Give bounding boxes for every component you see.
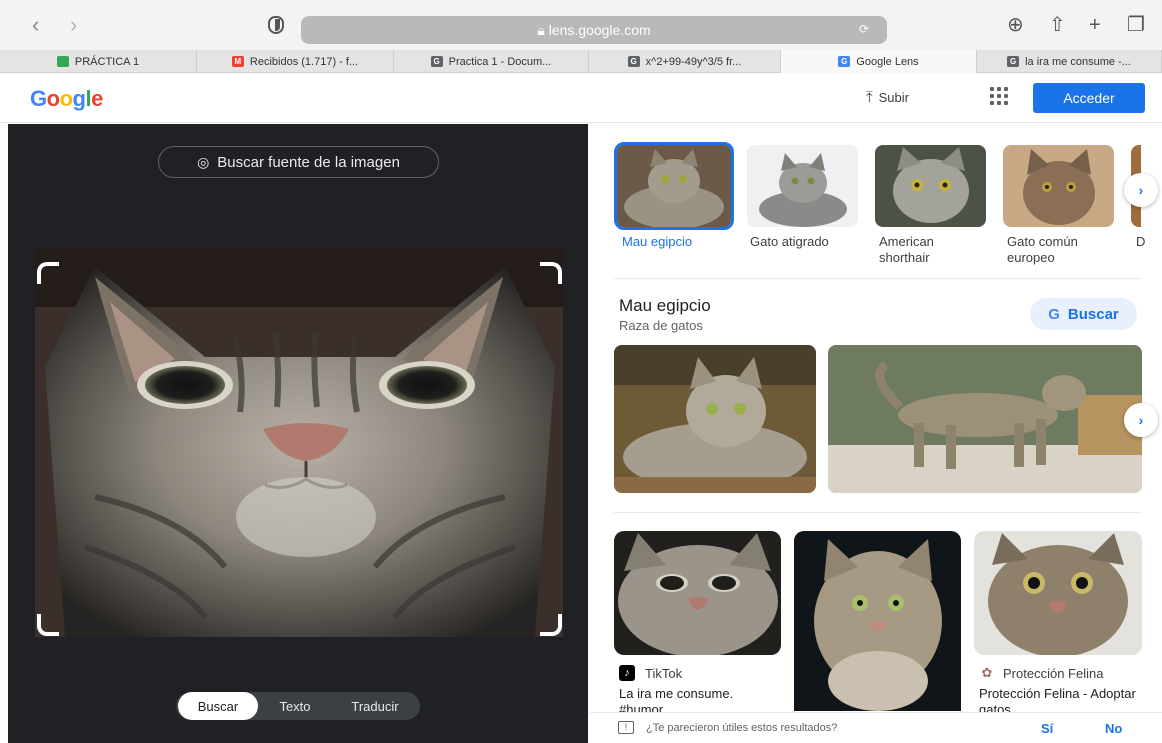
address-text: lens.google.com xyxy=(548,22,651,38)
entity-image-1[interactable] xyxy=(614,345,816,493)
sheets-favicon-icon xyxy=(56,56,69,67)
tab-practica-1[interactable]: PRÁCTICA 1 xyxy=(0,50,197,73)
chip-label-mau-egipcio[interactable]: Mau egipcio xyxy=(622,234,732,250)
mode-buscar-tab[interactable]: Buscar xyxy=(178,692,258,720)
lens-favicon-icon: G xyxy=(838,56,851,67)
address-bar[interactable]: 🔒︎ lens.google.com ⟳ xyxy=(301,16,887,44)
google-logo[interactable]: Google xyxy=(30,86,103,112)
share-icon[interactable]: ⇧ xyxy=(1049,14,1066,36)
find-image-source-button[interactable]: ◎ Buscar fuente de la imagen xyxy=(158,146,439,178)
chip-label-gato-atigrado[interactable]: Gato atigrado xyxy=(750,234,860,250)
cat-photo xyxy=(974,531,1142,655)
crop-handle-top-right[interactable] xyxy=(540,262,562,284)
selected-image[interactable] xyxy=(35,247,563,637)
result-card-2-image[interactable] xyxy=(794,531,961,711)
signin-button[interactable]: Acceder xyxy=(1033,83,1145,113)
tab-strip: PRÁCTICA 1 M Recibidos (1.717) - f... G Pr… xyxy=(0,50,1162,73)
cat-photo xyxy=(1003,145,1114,227)
tab-search-equation[interactable]: Gx^2+99-49y^3/5 fr... xyxy=(589,50,781,73)
lock-icon: 🔒︎ xyxy=(537,22,545,38)
cat-photo xyxy=(614,345,816,493)
feedback-yes-button[interactable]: Sí xyxy=(1041,721,1053,736)
entity-title: Mau egipcio xyxy=(619,296,711,315)
chip-american-shorthair-thumb[interactable] xyxy=(875,145,986,227)
upload-icon: ⤒ xyxy=(866,89,873,106)
download-icon[interactable]: ⊕ xyxy=(1007,14,1024,36)
cat-photo xyxy=(747,145,858,227)
chip-label-gato-comun-europeo[interactable]: Gato común europeo xyxy=(1007,234,1102,266)
chip-gato-comun-europeo-thumb[interactable] xyxy=(1003,145,1114,227)
crop-handle-top-left[interactable] xyxy=(37,262,59,284)
cat-photo xyxy=(794,531,961,711)
feedback-question: ¿Te parecieron útiles estos resultados? xyxy=(646,722,838,734)
entity-image-2[interactable] xyxy=(828,345,1142,493)
result-card-1-image[interactable] xyxy=(614,531,781,655)
cat-photo xyxy=(875,145,986,227)
tab-google-lens[interactable]: G Google Lens xyxy=(781,50,977,73)
cat-photo xyxy=(828,345,1142,493)
result-card-3-image[interactable] xyxy=(974,531,1142,655)
cat-photo xyxy=(617,145,731,227)
tab-gmail[interactable]: M Recibidos (1.717) - f... xyxy=(197,50,394,73)
forward-icon[interactable]: › xyxy=(70,14,77,36)
feedback-icon: ! xyxy=(618,721,634,734)
entity-subtitle: Raza de gatos xyxy=(619,318,703,333)
google-favicon-icon: G xyxy=(1007,56,1020,67)
google-favicon-icon: G xyxy=(627,56,640,67)
result-card-1-title[interactable]: La ira me consume. #humor xyxy=(619,686,779,712)
back-icon[interactable]: ‹ xyxy=(32,14,39,36)
entity-search-button[interactable]: G Buscar xyxy=(1030,298,1137,330)
entity-images-next-arrow-icon[interactable]: › xyxy=(1124,403,1158,437)
chip-gato-atigrado-thumb[interactable] xyxy=(747,145,858,227)
lens-search-icon: ◎ xyxy=(197,153,210,170)
tiktok-icon: ♪ xyxy=(619,665,635,681)
mode-traducir-tab[interactable]: Traducir xyxy=(334,692,416,720)
mode-texto-tab[interactable]: Texto xyxy=(260,692,330,720)
result-card-3-source[interactable]: ✿ Protección Felina xyxy=(979,665,1104,681)
google-header: Google ⤒ Subir Acceder xyxy=(0,73,1162,123)
gmail-favicon-icon: M xyxy=(231,56,244,67)
browser-toolbar: ‹ › 🔒︎ lens.google.com ⟳ ⊕ ⇧ + ❐ xyxy=(0,0,1162,50)
chips-next-arrow-icon[interactable]: › xyxy=(1124,173,1158,207)
google-g-icon: G xyxy=(1048,305,1060,323)
feedback-no-button[interactable]: No xyxy=(1105,721,1122,736)
apps-grid-icon[interactable] xyxy=(990,87,1008,105)
tab-docs[interactable]: G Practica 1 - Docum... xyxy=(394,50,589,73)
feedback-bar: ! ¿Te parecieron útiles estos resultados… xyxy=(590,712,1162,743)
google-favicon-icon: G xyxy=(430,56,443,67)
cat-photo xyxy=(614,531,781,655)
divider xyxy=(614,512,1142,513)
lens-mode-switcher: Buscar Texto Traducir xyxy=(176,692,420,720)
cat-face-image xyxy=(35,247,563,637)
crop-handle-bottom-right[interactable] xyxy=(540,614,562,636)
new-tab-icon[interactable]: + xyxy=(1089,14,1101,36)
upload-button[interactable]: ⤒ Subir xyxy=(866,89,909,106)
translate-reload-icons[interactable]: ⟳ xyxy=(859,22,871,36)
tab-la-ira[interactable]: Gla ira me consume -... xyxy=(977,50,1162,73)
result-card-1-source[interactable]: ♪ TikTok xyxy=(619,665,682,681)
chip-label-next[interactable]: D xyxy=(1136,234,1148,250)
divider xyxy=(614,278,1142,279)
crop-handle-bottom-left[interactable] xyxy=(37,614,59,636)
privacy-shield-icon[interactable] xyxy=(268,16,284,34)
result-card-3-title[interactable]: Protección Felina - Adoptar gatos xyxy=(979,686,1139,712)
chip-mau-egipcio-thumb[interactable] xyxy=(614,142,734,230)
chip-label-american-shorthair[interactable]: American shorthair xyxy=(879,234,974,266)
proteccion-felina-icon: ✿ xyxy=(981,665,993,680)
tabs-overview-icon[interactable]: ❐ xyxy=(1127,14,1145,36)
